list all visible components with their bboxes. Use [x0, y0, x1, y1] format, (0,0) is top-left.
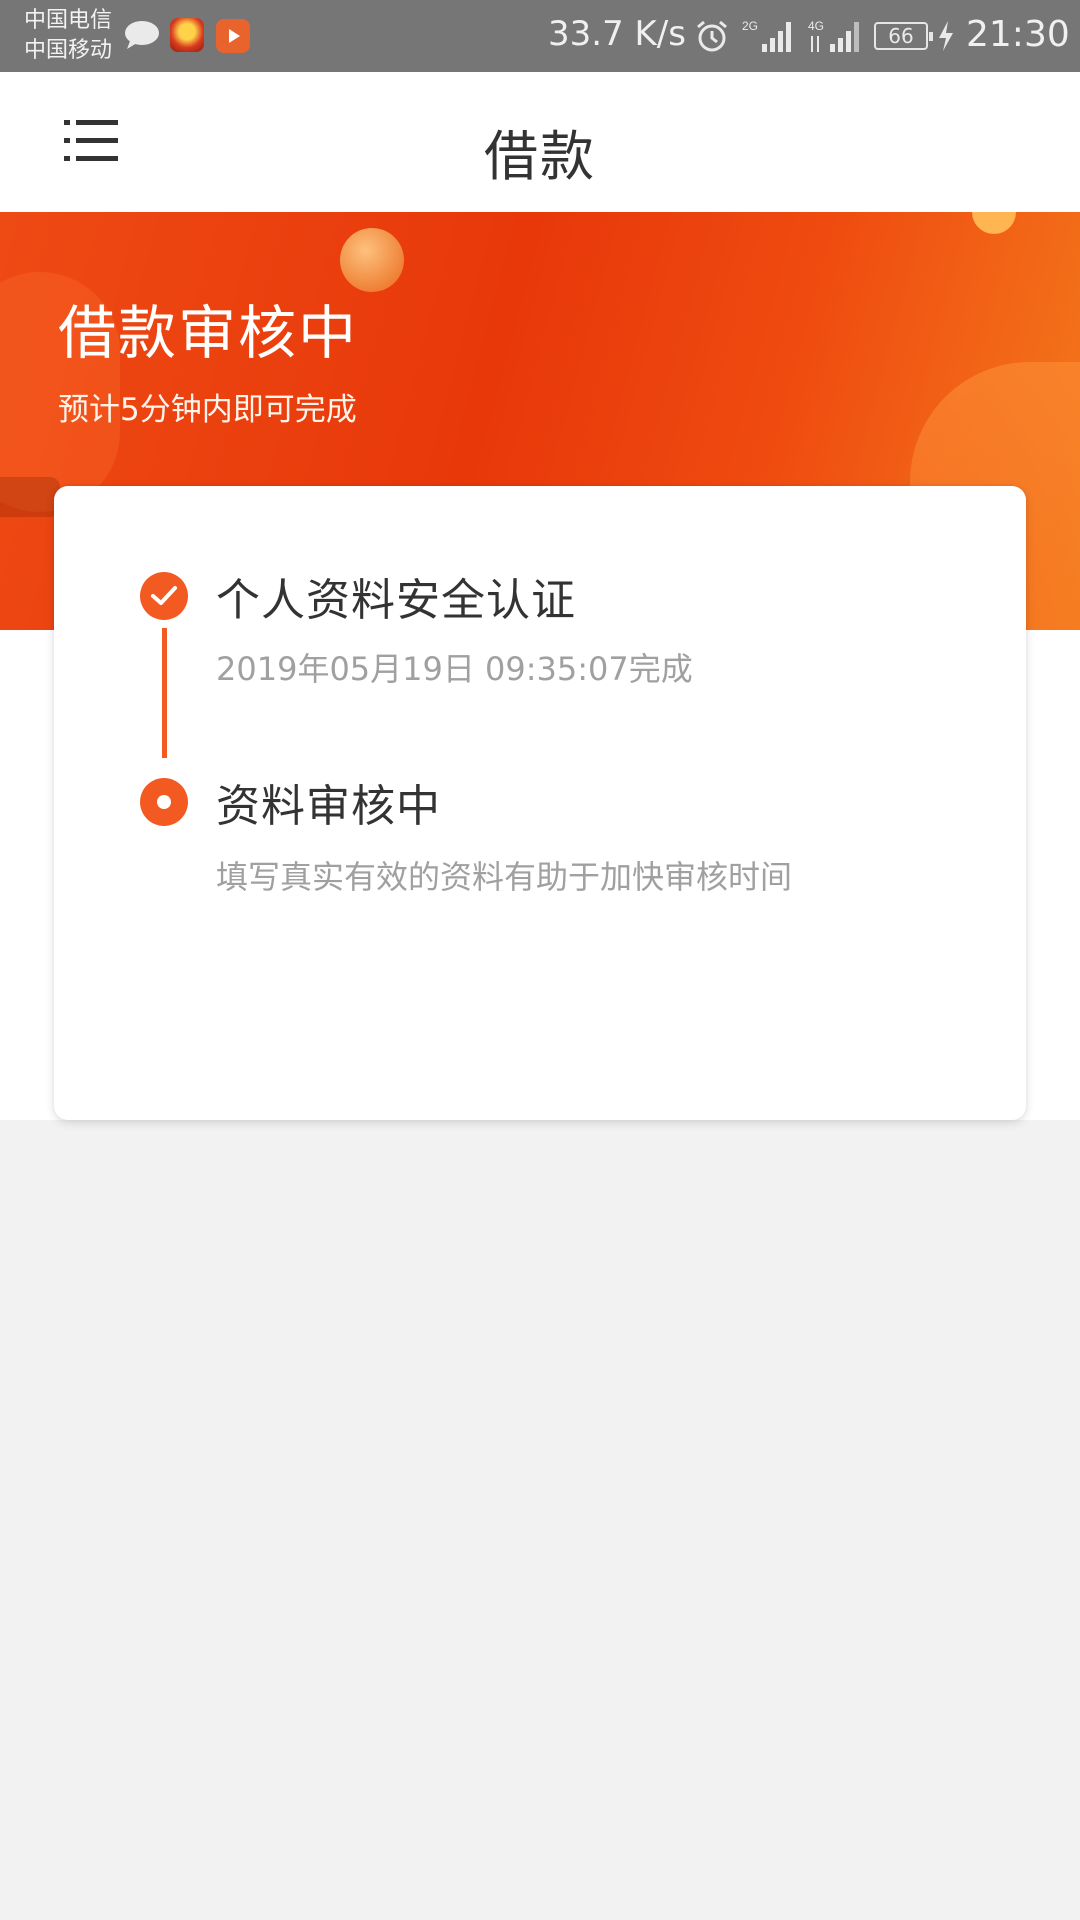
signal-4g-icon: 4G	[808, 18, 864, 58]
hero-subtitle: 预计5分钟内即可完成	[58, 392, 357, 428]
current-dot-icon	[140, 778, 188, 826]
game-app-icon	[170, 18, 204, 52]
charging-icon	[936, 20, 956, 56]
net-speed: 33.7 K/s	[548, 14, 686, 54]
page-title: 借款	[484, 125, 596, 188]
clock: 21:30	[966, 14, 1070, 55]
step-2-title: 资料审核中	[216, 781, 441, 832]
hero-title: 借款审核中	[58, 299, 359, 367]
alarm-icon	[694, 18, 730, 58]
decorative-bubble	[340, 228, 404, 292]
check-icon	[140, 572, 188, 620]
progress-card: 个人资料安全认证 2019年05月19日 09:35:07完成 资料审核中 填写…	[54, 486, 1026, 1120]
step-1-description: 2019年05月19日 09:35:07完成	[216, 650, 693, 688]
carrier-info: 中国电信 中国移动	[24, 6, 112, 66]
battery-icon: 66	[874, 22, 933, 50]
svg-text:2G: 2G	[742, 19, 758, 33]
step-1-title: 个人资料安全认证	[216, 575, 576, 626]
step-connector	[162, 628, 167, 758]
svg-text:4G: 4G	[808, 19, 824, 33]
status-bar: 中国电信 中国移动 33.7 K/s 2G 4G 66 21:30	[0, 0, 1080, 72]
carrier-1: 中国电信	[24, 8, 113, 33]
nav-bar: 借款	[0, 72, 1080, 212]
step-2-description: 填写真实有效的资料有助于加快审核时间	[216, 858, 793, 896]
decorative-bubble	[972, 212, 1016, 234]
carrier-2: 中国移动	[24, 38, 113, 63]
decorative-shape	[0, 477, 60, 517]
signal-2g-icon: 2G	[742, 18, 794, 58]
video-app-icon	[216, 19, 250, 53]
chat-icon	[124, 20, 160, 54]
